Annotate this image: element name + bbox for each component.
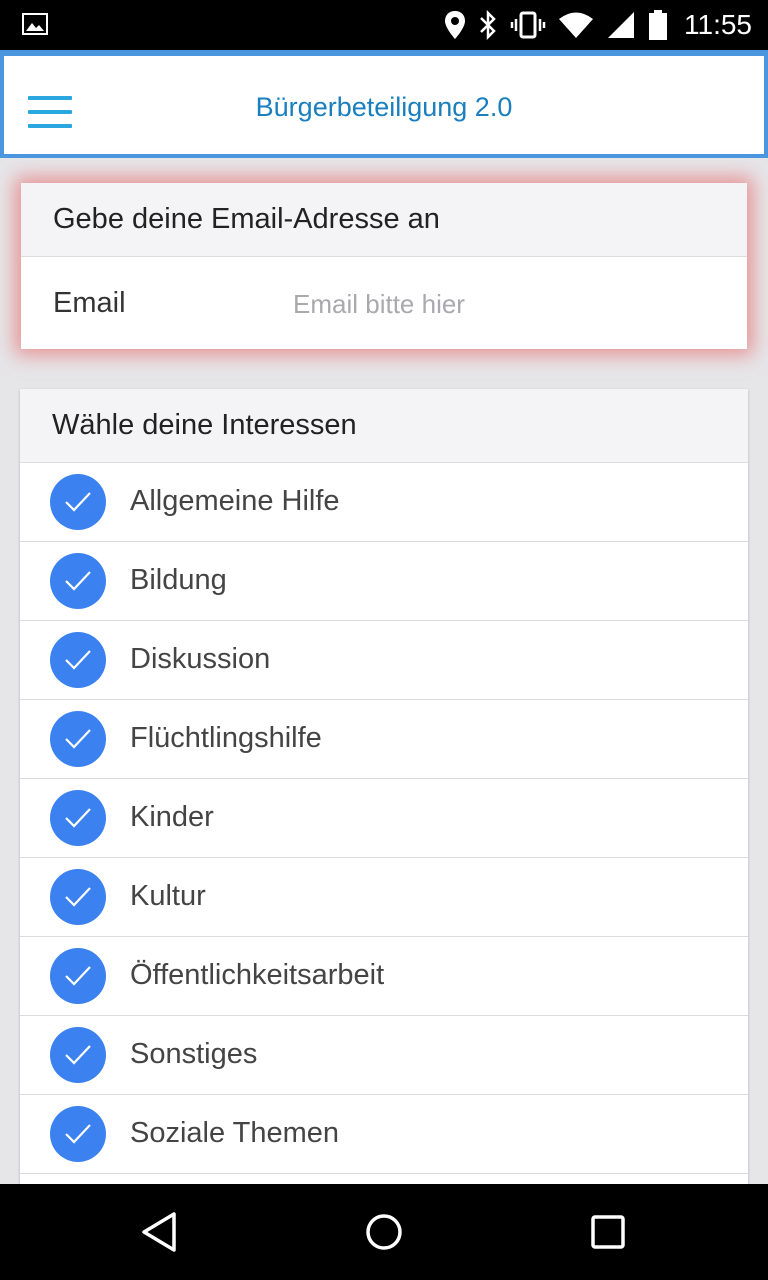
checkmark-icon[interactable] — [50, 790, 106, 846]
status-bar: 11:55 — [0, 0, 768, 50]
checkmark-icon[interactable] — [50, 632, 106, 688]
email-row: Email — [21, 257, 747, 349]
list-item-label: Öffentlichkeitsarbeit — [130, 959, 385, 991]
list-item[interactable]: Soziale Themen — [20, 1095, 748, 1174]
list-item-label: Kultur — [130, 880, 206, 912]
clock-time: 11:55 — [684, 9, 752, 40]
list-item-label: Bildung — [130, 564, 227, 596]
interest-list: Allgemeine Hilfe Bildung Diskussion Flüc… — [20, 463, 748, 1174]
checkmark-icon[interactable] — [50, 553, 106, 609]
back-icon[interactable] — [136, 1208, 184, 1256]
nav-bar — [0, 1184, 768, 1280]
interests-card: Wähle deine Interessen Allgemeine Hilfe … — [20, 389, 748, 1189]
battery-icon — [649, 10, 667, 40]
wifi-icon — [559, 12, 593, 38]
email-label: Email — [53, 287, 126, 319]
checkmark-icon[interactable] — [50, 869, 106, 925]
email-field[interactable] — [291, 279, 725, 329]
list-item-label: Allgemeine Hilfe — [130, 485, 340, 517]
email-card: Gebe deine Email-Adresse an Email — [21, 183, 747, 349]
list-item[interactable]: Bildung — [20, 542, 748, 621]
list-item[interactable]: Sonstiges — [20, 1016, 748, 1095]
checkmark-icon[interactable] — [50, 1027, 106, 1083]
page-title: Bürgerbeteiligung 2.0 — [255, 92, 513, 122]
recents-icon[interactable] — [584, 1208, 632, 1256]
checkmark-icon[interactable] — [50, 711, 106, 767]
vibrate-icon — [510, 11, 546, 39]
list-item[interactable]: Diskussion — [20, 621, 748, 700]
email-section-heading: Gebe deine Email-Adresse an — [21, 183, 747, 257]
list-item[interactable]: Öffentlichkeitsarbeit — [20, 937, 748, 1016]
image-icon — [22, 13, 48, 35]
location-icon — [445, 11, 465, 39]
list-item-label: Soziale Themen — [130, 1117, 340, 1149]
list-item-label: Kinder — [130, 801, 214, 833]
checkmark-icon[interactable] — [50, 474, 106, 530]
list-item-label: Flüchtlingshilfe — [130, 722, 322, 754]
home-icon[interactable] — [360, 1208, 408, 1256]
checkmark-icon[interactable] — [50, 1106, 106, 1162]
interests-section-heading: Wähle deine Interessen — [20, 389, 748, 463]
app-header: Bürgerbeteiligung 2.0 — [0, 50, 768, 158]
list-item[interactable]: Kinder — [20, 779, 748, 858]
checkmark-icon[interactable] — [50, 948, 106, 1004]
list-item[interactable]: Kultur — [20, 858, 748, 937]
list-item-label: Diskussion — [130, 643, 271, 675]
list-item[interactable]: Flüchtlingshilfe — [20, 700, 748, 779]
list-item[interactable]: Allgemeine Hilfe — [20, 463, 748, 542]
list-item-label: Sonstiges — [130, 1038, 258, 1070]
bluetooth-icon — [480, 10, 496, 40]
signal-icon — [608, 12, 634, 38]
